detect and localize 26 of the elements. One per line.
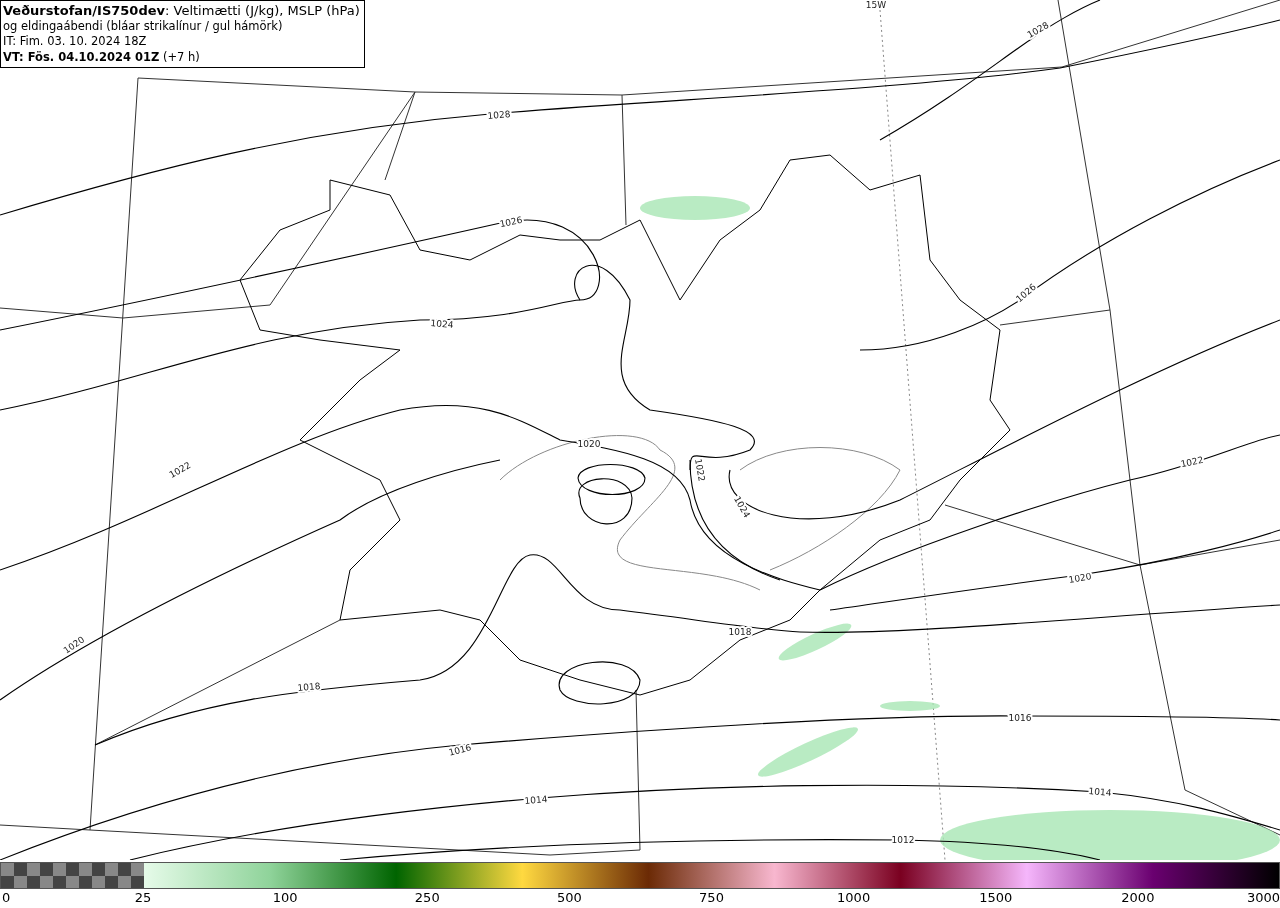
scale-label: 0 [2,890,11,905]
scale-label: 100 [272,890,298,905]
isobar-label: 1018 [728,627,752,637]
title-line: Veðurstofan/IS750dev: Veltimætti (J/kg), MSLP (hPa) [3,3,360,19]
scale-label: 2000 [1121,890,1155,905]
isobar-label: 1020 [1067,571,1093,585]
isobar-label: 1022 [1179,454,1205,470]
scale-label: 1000 [837,890,871,905]
title-line: og eldingaábendi (bláar strikalínur / gul hámörk) [3,18,284,34]
isobar-label: 1014 [524,794,548,806]
scale-label: 750 [699,890,724,905]
scale-label: 25 [134,890,152,905]
title-line: VT: Fös. 04.10.2024 01Z (+7 h) [3,49,201,65]
meridian-label: 15W [865,0,887,10]
isobar-label: 1016 [447,742,473,758]
scale-label: 500 [556,890,582,905]
scale-label: 3000 [1246,890,1280,905]
title-line: IT: Fim. 03. 10. 2024 18Z [3,34,148,50]
scale-label: 250 [414,890,440,905]
isobar-label: 1028 [487,109,511,121]
isobar-label: 1026 [498,214,524,230]
scale-label: 1500 [979,890,1013,905]
isobar-label: 1018 [297,681,321,693]
isobar-label: 1014 [1088,786,1112,798]
isobar-label: 1022 [693,457,707,483]
isobar-label: 1024 [430,318,454,330]
